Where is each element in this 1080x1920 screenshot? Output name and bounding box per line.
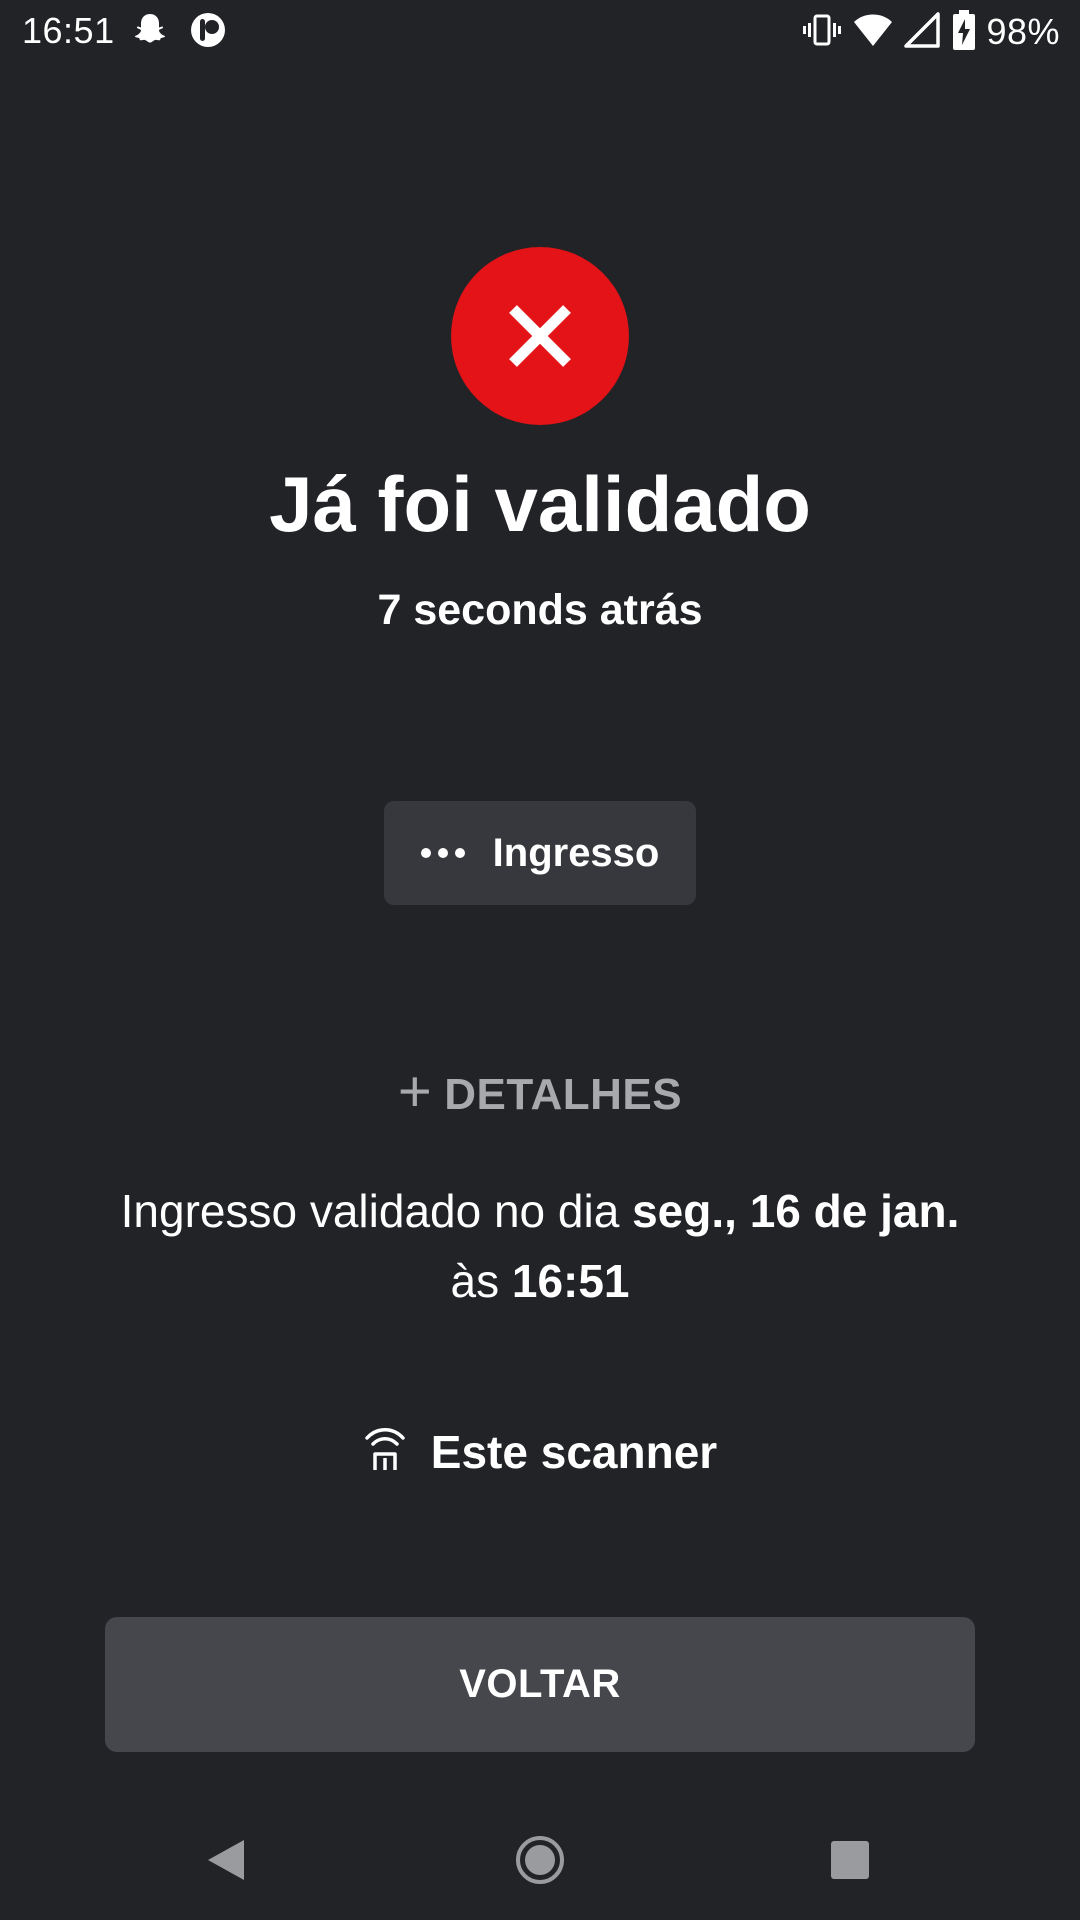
nav-back-icon[interactable] (196, 1830, 256, 1890)
scan-result-screen: 16:51 98% Já foi validado 7 seconds atrá… (0, 0, 1080, 1920)
scanner-label: Este scanner (430, 1425, 718, 1478)
app-notification-icon (188, 10, 228, 50)
ticket-chip[interactable]: Ingresso (384, 801, 696, 905)
details-toggle-label: DETALHES (444, 1070, 683, 1119)
snapchat-icon (130, 10, 170, 50)
status-time: 16:51 (22, 10, 115, 51)
result-subtitle: 7 seconds atrás (377, 586, 703, 634)
validation-time-line: às 16:51 (0, 1246, 1080, 1316)
plus-icon: + (397, 1059, 433, 1124)
system-nav-bar (0, 1800, 1080, 1920)
result-title: Já foi validado (269, 460, 811, 548)
nav-home-icon[interactable] (510, 1830, 570, 1890)
more-dots-icon (420, 848, 465, 858)
nav-recents-icon[interactable] (820, 1830, 880, 1890)
error-status-badge (451, 247, 629, 425)
validated-time: 16:51 (511, 1255, 630, 1307)
back-button[interactable]: VOLTAR (105, 1617, 975, 1752)
wifi-icon (852, 10, 894, 55)
battery-percent: 98% (986, 11, 1060, 52)
close-icon (509, 305, 571, 367)
scanner-wifi-icon (363, 1424, 407, 1479)
scanner-row: Este scanner (0, 1424, 1080, 1479)
time-prefix: às (450, 1255, 500, 1307)
vibrate-icon (802, 10, 842, 55)
battery-charging-icon (952, 9, 976, 56)
validated-prefix: Ingresso validado no dia (120, 1185, 620, 1237)
status-bar: 16:51 98% (0, 0, 1080, 64)
validation-date-line: Ingresso validado no dia seg., 16 de jan… (0, 1176, 1080, 1246)
details-toggle[interactable]: + DETALHES (0, 1063, 1080, 1121)
validated-date: seg., 16 de jan. (632, 1185, 960, 1237)
ticket-chip-label: Ingresso (492, 830, 660, 875)
validation-info: Ingresso validado no dia seg., 16 de jan… (0, 1176, 1080, 1316)
status-icons: 98% (802, 8, 1060, 56)
signal-icon (904, 10, 942, 55)
